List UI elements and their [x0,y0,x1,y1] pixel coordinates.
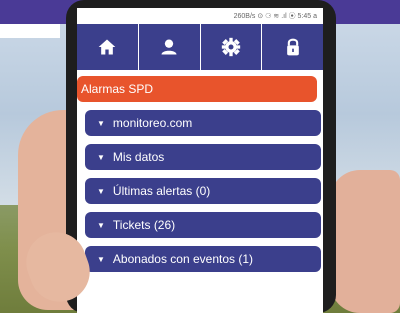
scene: 260B/s ⊙ ⚆ ≋ .ıl ⦿ 5:45 a Alarmas SPD ▼ … [0,0,400,313]
menu-item-tickets[interactable]: ▼ Tickets (26) [85,212,321,238]
menu-item-label: Últimas alertas (0) [112,184,211,198]
chevron-down-icon: ▼ [97,152,105,162]
top-nav [77,24,323,70]
phone-screen: 260B/s ⊙ ⚆ ≋ .ıl ⦿ 5:45 a Alarmas SPD ▼ … [77,8,323,313]
banner-tab [0,24,60,38]
chevron-down-icon: ▼ [97,118,105,128]
menu-item-mis-datos[interactable]: ▼ Mis datos [85,144,321,170]
alarms-header[interactable]: Alarmas SPD [77,76,317,102]
menu-item-ultimas-alertas[interactable]: ▼ Últimas alertas (0) [85,178,321,204]
menu-item-monitoreo[interactable]: ▼ monitoreo.com [85,110,321,136]
lock-button[interactable] [262,24,323,70]
menu-item-label: Abonados con eventos (1) [112,252,254,266]
home-icon [99,39,116,55]
menu-item-label: Tickets (26) [112,218,176,232]
menu-item-abonados[interactable]: ▼ Abonados con eventos (1) [85,246,321,272]
chevron-down-icon: ▼ [97,254,105,264]
user-icon [161,39,177,55]
chevron-down-icon: ▼ [97,220,105,230]
lock-icon [286,38,299,56]
menu-item-label: Mis datos [112,150,165,164]
settings-button[interactable] [201,24,263,70]
gear-icon [221,37,241,57]
home-button[interactable] [77,24,139,70]
user-button[interactable] [139,24,201,70]
right-hand [330,170,400,313]
chevron-down-icon: ▼ [97,186,105,196]
alarms-header-label: Alarmas SPD [81,82,154,96]
status-bar: 260B/s ⊙ ⚆ ≋ .ıl ⦿ 5:45 a [77,8,323,24]
menu-item-label: monitoreo.com [112,116,193,130]
